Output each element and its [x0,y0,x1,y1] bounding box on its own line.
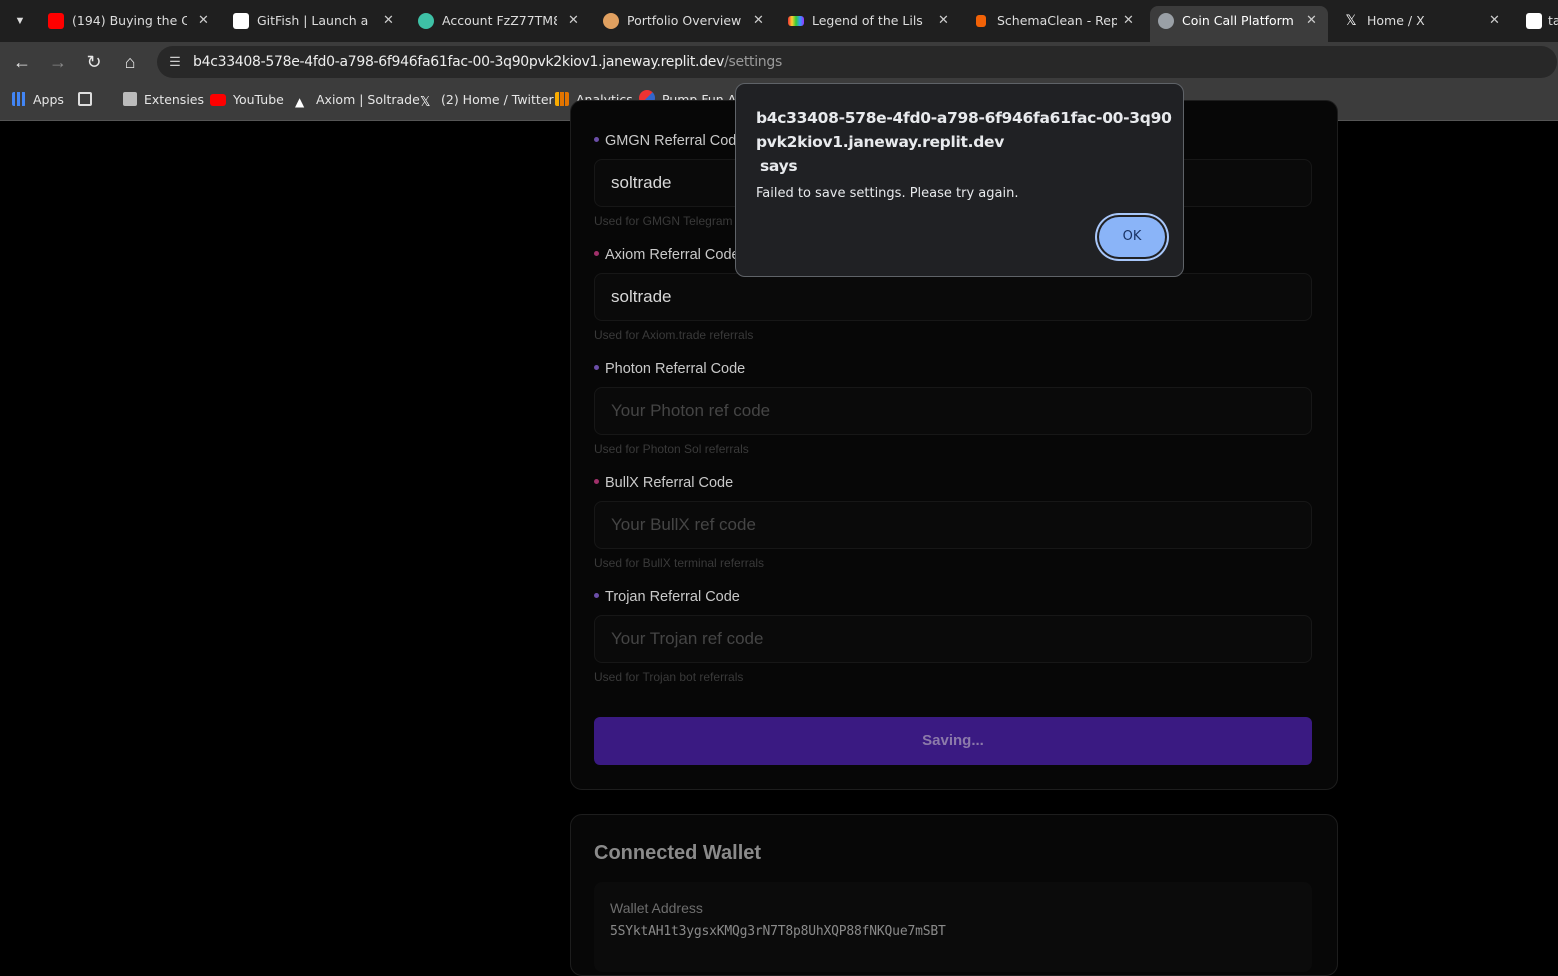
wallet-address-box: Wallet Address 5SYktAH1t3ygsxKMQg3rN7T8p… [594,882,1312,972]
x-icon: 𝕏 [1345,13,1357,29]
bullx-field-hint: Used for BullX terminal referrals [594,556,765,570]
bookmark-label: YouTube [233,92,284,107]
x-icon: 𝕏 [420,95,431,110]
tab-partial[interactable]: ta [1518,6,1558,36]
trojan-referral-input[interactable]: Your Trojan ref code [594,615,1312,663]
tab-title: (194) Buying the Chea [72,13,187,28]
tab-legend-of-the-lils[interactable]: Legend of the Lils for ✕ [780,6,958,36]
replit-icon [976,15,986,27]
tab-youtube[interactable]: (194) Buying the Chea ✕ [40,6,218,36]
bullet-icon [594,593,599,598]
axiom-icon: ▲ [295,95,305,109]
tab-title: Account FzZ77TM8Ek [442,13,557,28]
bookmark-axiom[interactable]: ▲ Axiom | Soltrade [295,82,420,118]
gmgn-field-hint: Used for GMGN Telegram [594,214,733,228]
tab-account[interactable]: Account FzZ77TM8Ek ✕ [410,6,588,36]
tab-gitfish[interactable]: GitFish | Launch a Git ✕ [225,6,403,36]
tab-home-x[interactable]: 𝕏 Home / X ✕ [1335,6,1513,36]
connected-wallet-title: Connected Wallet [594,842,762,864]
tab-strip: ▼ (194) Buying the Chea ✕ GitFish | Laun… [0,0,1558,42]
apps-grid-icon [12,92,26,106]
bullx-field-label: BullX Referral Code [594,475,733,491]
bookmark-label: (2) Home / Twitter [441,92,554,107]
tab-schemaclean[interactable]: SchemaClean - Replit ✕ [965,6,1143,36]
bookmark-label: Apps [33,92,64,107]
save-settings-button[interactable]: Saving... [594,717,1312,765]
ok-button[interactable]: OK [1099,217,1165,257]
tab-search-chevron-icon[interactable]: ▼ [8,10,32,32]
site-icon [1526,13,1542,29]
bullet-icon [594,365,599,370]
dialog-message: Failed to save settings. Please try agai… [756,186,1019,201]
bookmark-label: Axiom | Soltrade [316,92,420,107]
reload-icon[interactable]: ↻ [83,51,105,73]
tab-title: GitFish | Launch a Git [257,13,372,28]
grid-icon [78,92,92,106]
bullet-icon [594,479,599,484]
rainbow-flag-icon [788,16,804,26]
close-tab-icon[interactable]: ✕ [198,6,209,36]
tab-title: Coin Call Platform [1182,13,1294,28]
home-icon[interactable]: ⌂ [119,51,141,73]
axiom-referral-input[interactable]: soltrade [594,273,1312,321]
wallet-address-label: Wallet Address [610,900,703,916]
close-tab-icon[interactable]: ✕ [1489,6,1500,36]
puzzle-icon [123,92,137,106]
photon-field-label: Photon Referral Code [594,361,745,377]
trojan-field-hint: Used for Trojan bot referrals [594,670,744,684]
bullet-icon [594,137,599,142]
bookmark-youtube[interactable]: YouTube [210,82,284,118]
close-tab-icon[interactable]: ✕ [383,6,394,36]
trojan-field-label: Trojan Referral Code [594,589,740,605]
bullet-icon [594,251,599,256]
bookmark-apps[interactable]: Apps [12,82,64,118]
url-domain: b4c33408-578e-4fd0-a798-6f946fa61fac-00-… [193,54,725,70]
close-tab-icon[interactable]: ✕ [753,6,764,36]
close-tab-icon[interactable]: ✕ [568,6,579,36]
address-bar[interactable]: ☰ b4c33408-578e-4fd0-a798-6f946fa61fac-0… [157,46,1557,78]
tab-title: Portfolio Overview | A [627,13,742,28]
bookmark-grid[interactable] [78,82,99,118]
forward-arrow-icon[interactable]: → [47,51,69,73]
tab-portfolio[interactable]: Portfolio Overview | A ✕ [595,6,773,36]
axiom-field-hint: Used for Axiom.trade referrals [594,328,754,342]
dialog-origin: b4c33408-578e-4fd0-a798-6f946fa61fac-00-… [756,109,1172,175]
close-tab-icon[interactable]: ✕ [938,6,949,36]
gitfish-icon [233,13,249,29]
tab-title: Legend of the Lils for [812,13,927,28]
bookmark-twitter[interactable]: 𝕏 (2) Home / Twitter [420,82,554,118]
url-text[interactable]: b4c33408-578e-4fd0-a798-6f946fa61fac-00-… [193,46,782,78]
youtube-icon [48,13,64,29]
url-path: /settings [724,54,782,70]
close-tab-icon[interactable]: ✕ [1123,6,1134,36]
gmgn-field-label: GMGN Referral Code [594,133,744,149]
portfolio-icon [603,13,619,29]
browser-toolbar: ← → ↻ ⌂ ☰ b4c33408-578e-4fd0-a798-6f946f… [0,42,1558,82]
photon-field-hint: Used for Photon Sol referrals [594,442,749,456]
bullx-referral-input[interactable]: Your BullX ref code [594,501,1312,549]
tab-coin-call-platform[interactable]: Coin Call Platform ✕ [1150,6,1328,42]
analytics-icon [555,92,569,106]
tab-title: Home / X [1367,13,1425,28]
wallet-address-value: 5SYktAH1t3ygsxKMQg3rN7T8p8UhXQP88fNKQue7… [610,924,946,939]
globe-icon [1158,13,1174,29]
youtube-icon [210,94,226,106]
close-tab-icon[interactable]: ✕ [1306,6,1317,36]
dialog-says: says [760,157,798,175]
axiom-field-label: Axiom Referral Code [594,247,740,263]
site-info-icon[interactable]: ☰ [165,52,185,72]
back-arrow-icon[interactable]: ← [11,51,33,73]
photon-referral-input[interactable]: Your Photon ref code [594,387,1312,435]
tab-title: SchemaClean - Replit [997,13,1117,28]
bookmark-label: Extensies [144,92,204,107]
bookmark-extensies[interactable]: Extensies [123,82,204,118]
tab-title: ta [1548,13,1558,28]
account-icon [418,13,434,29]
alert-dialog: b4c33408-578e-4fd0-a798-6f946fa61fac-00-… [735,83,1184,277]
